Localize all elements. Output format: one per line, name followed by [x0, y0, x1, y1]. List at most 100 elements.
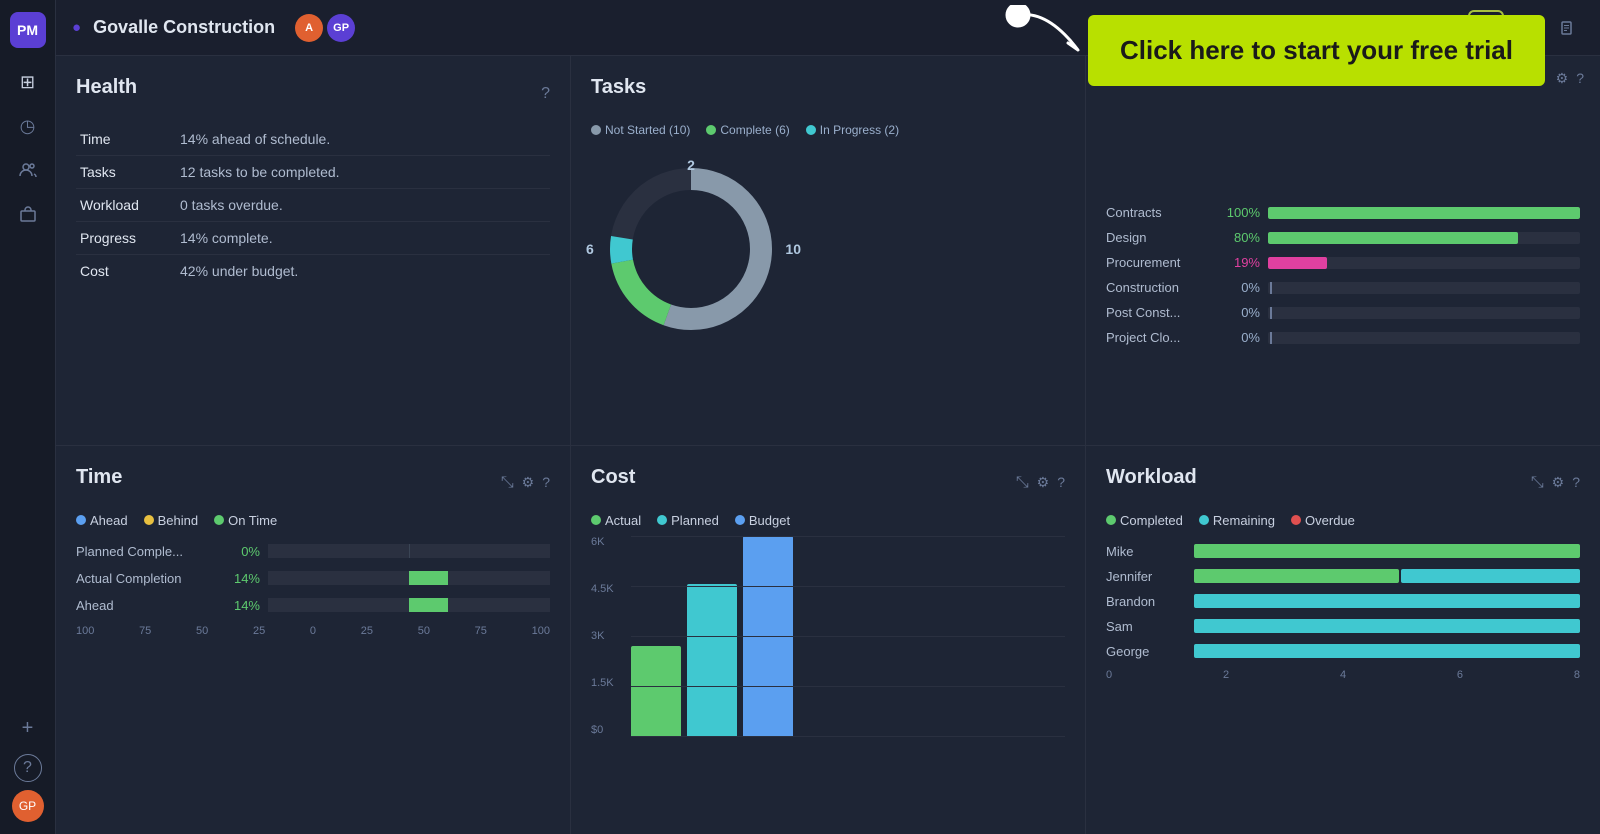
- health-help-icon[interactable]: ?: [541, 85, 550, 103]
- time-legend-label: On Time: [228, 513, 277, 528]
- workload-bar-group: [1194, 569, 1580, 583]
- time-legend-item: Ahead: [76, 513, 128, 528]
- cost-legend-dot: [735, 515, 745, 525]
- tasks-help-icon[interactable]: ?: [1576, 70, 1584, 87]
- donut-label-left: 6: [586, 241, 594, 257]
- cta-arrow: [998, 5, 1108, 75]
- cost-help-icon[interactable]: ?: [1057, 474, 1065, 492]
- workload-legend-dot: [1106, 515, 1116, 525]
- donut-label-top: 2: [687, 157, 695, 173]
- doc-view-button[interactable]: [1548, 10, 1584, 46]
- task-bar-track: [1268, 207, 1580, 219]
- workload-legend-item: Remaining: [1199, 513, 1275, 528]
- cost-title: Cost: [591, 466, 635, 489]
- task-bar-track: [1268, 232, 1580, 244]
- cost-legend-label: Planned: [671, 513, 719, 528]
- task-bar-label: Project Clo...: [1106, 330, 1216, 345]
- workload-remaining-bar: [1194, 619, 1580, 633]
- task-bar-row: Design 80%: [1106, 230, 1580, 245]
- task-bar-marker: [1270, 332, 1272, 344]
- avatar-a[interactable]: A: [295, 14, 323, 42]
- tasks-gear-icon[interactable]: ⚙: [1556, 70, 1569, 87]
- legend-dot: [806, 125, 816, 135]
- workload-expand-icon[interactable]: ⤡: [1531, 474, 1544, 492]
- time-bar-fill: [409, 571, 448, 585]
- workload-legend-label: Overdue: [1305, 513, 1355, 528]
- header-pm-logo: ●: [72, 19, 81, 36]
- workload-remaining-bar: [1194, 594, 1580, 608]
- sidebar-user-avatar[interactable]: GP: [12, 790, 44, 822]
- time-help-icon[interactable]: ?: [542, 474, 550, 492]
- time-track-center: [409, 544, 410, 558]
- task-bar-fill: [1268, 207, 1580, 219]
- time-rows: Planned Comple... 0% Actual Completion 1…: [76, 544, 550, 613]
- cost-yaxis: 6K4.5K3K1.5K$0: [591, 536, 614, 736]
- health-row-label: Workload: [76, 189, 176, 222]
- cost-panel: Cost ⤡ ⚙ ? Actual Planned Budget 6K4.5K3K1…: [571, 446, 1085, 834]
- time-row: Actual Completion 14%: [76, 571, 550, 586]
- workload-gear-icon[interactable]: ⚙: [1552, 474, 1565, 492]
- workload-person-name: Brandon: [1106, 594, 1186, 609]
- cost-expand-icon[interactable]: ⤡: [1016, 474, 1029, 492]
- cta-box[interactable]: Click here to start your free trial: [1088, 15, 1545, 86]
- cost-bar-budget: [743, 536, 793, 736]
- workload-row: George: [1106, 644, 1580, 659]
- workload-completed-bar: [1194, 544, 1580, 558]
- workload-legend-label: Completed: [1120, 513, 1183, 528]
- workload-legend-item: Overdue: [1291, 513, 1355, 528]
- cost-legend-dot: [591, 515, 601, 525]
- time-legend-item: Behind: [144, 513, 198, 528]
- time-legend-label: Ahead: [90, 513, 128, 528]
- time-legend-item: On Time: [214, 513, 277, 528]
- legend-label: Complete (6): [720, 123, 789, 137]
- health-row: Cost42% under budget.: [76, 255, 550, 288]
- sidebar-help-button[interactable]: ?: [14, 754, 42, 782]
- tasks-bars-right: Contracts 100% Design 80% Procurement 19…: [1106, 205, 1580, 355]
- time-gear-icon[interactable]: ⚙: [522, 474, 535, 492]
- health-row-value: 14% complete.: [176, 222, 550, 255]
- task-bar-marker: [1270, 307, 1272, 319]
- task-bar-label: Construction: [1106, 280, 1216, 295]
- sidebar-item-portfolio[interactable]: [10, 196, 46, 232]
- sidebar-logo[interactable]: PM: [10, 12, 46, 48]
- workload-row: Jennifer: [1106, 569, 1580, 584]
- time-legend-dot: [144, 515, 154, 525]
- health-row: Workload0 tasks overdue.: [76, 189, 550, 222]
- cta-container[interactable]: Click here to start your free trial: [1088, 15, 1545, 86]
- cost-legend-item: Actual: [591, 513, 641, 528]
- workload-panel: Workload ⤡ ⚙ ? CompletedRemainingOverdue…: [1086, 446, 1600, 834]
- time-expand-icon[interactable]: ⤡: [501, 474, 514, 492]
- task-bar-row: Construction 0%: [1106, 280, 1580, 295]
- workload-bar-group: [1194, 544, 1580, 558]
- sidebar-add-button[interactable]: +: [10, 710, 46, 746]
- time-row: Ahead 14%: [76, 598, 550, 613]
- sidebar-item-people[interactable]: [10, 152, 46, 188]
- time-row-track: [268, 598, 550, 612]
- task-bar-row: Project Clo... 0%: [1106, 330, 1580, 345]
- task-bar-pct: 19%: [1224, 255, 1260, 270]
- time-legend-dot: [76, 515, 86, 525]
- workload-person-name: Jennifer: [1106, 569, 1186, 584]
- health-row: Time14% ahead of schedule.: [76, 123, 550, 156]
- workload-bar-group: [1194, 594, 1580, 608]
- sidebar-item-home[interactable]: ⊞: [10, 64, 46, 100]
- cost-gear-icon[interactable]: ⚙: [1037, 474, 1050, 492]
- workload-completed-bar: [1194, 569, 1399, 583]
- time-row-track: [268, 544, 550, 558]
- health-row-value: 42% under budget.: [176, 255, 550, 288]
- donut-svg: [591, 149, 791, 349]
- sidebar: PM ⊞ ◷ + ? GP: [0, 0, 56, 834]
- cost-legend-label: Budget: [749, 513, 790, 528]
- time-row-label: Actual Completion: [76, 571, 216, 586]
- task-bar-label: Post Const...: [1106, 305, 1216, 320]
- task-bar-fill: [1268, 257, 1327, 269]
- time-row-pct: 14%: [224, 598, 260, 613]
- cost-panel-header: Cost ⤡ ⚙ ?: [591, 466, 1065, 501]
- cost-chart: 6K4.5K3K1.5K$0: [631, 536, 1065, 736]
- sidebar-item-time[interactable]: ◷: [10, 108, 46, 144]
- time-legend: Ahead Behind On Time: [76, 513, 550, 528]
- workload-help-icon[interactable]: ?: [1572, 474, 1580, 492]
- cost-legend-item: Planned: [657, 513, 719, 528]
- avatar-gp[interactable]: GP: [327, 14, 355, 42]
- tasks-legend: Not Started (10)Complete (6)In Progress …: [591, 123, 1065, 137]
